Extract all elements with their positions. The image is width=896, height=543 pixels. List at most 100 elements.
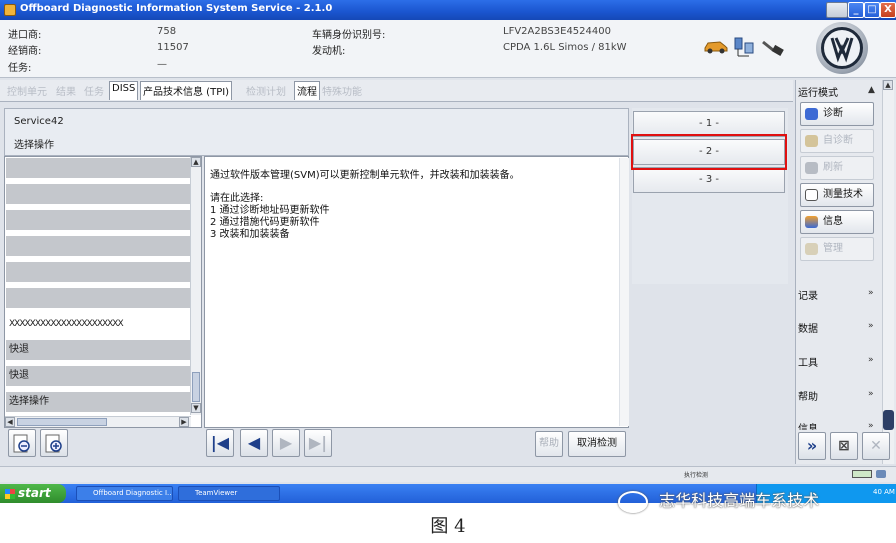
scroll-thumb[interactable] (192, 372, 200, 402)
zoom-out-icon[interactable] (8, 429, 36, 457)
dealer-value: 11507 (157, 42, 189, 53)
list-item[interactable]: 选择操作 (6, 392, 190, 412)
importer-value: 758 (157, 26, 177, 37)
measure-icon (805, 189, 818, 201)
list-item[interactable] (6, 184, 190, 204)
list-item[interactable]: 快退 (6, 366, 190, 386)
status-text: 执行检测 (684, 472, 709, 479)
scroll-down-icon[interactable]: ▼ (191, 403, 201, 413)
tab-diss[interactable]: DISS (109, 81, 139, 100)
vin-value: LFV2A2BS3E4524400 (503, 26, 611, 37)
expand-info-icon[interactable]: » (868, 421, 874, 431)
list-item[interactable] (6, 262, 190, 282)
expand-data-icon[interactable]: » (868, 321, 874, 331)
instruction-line: 3 改装和加装装备 (210, 229, 290, 240)
tab-special-functions[interactable]: 特殊功能 (322, 83, 362, 98)
task-value: — (157, 59, 167, 70)
task-label: 任务: (8, 63, 32, 74)
network-icon[interactable] (733, 36, 755, 58)
admin-icon (805, 243, 818, 255)
status-bar: 执行检测 (0, 466, 896, 482)
tab-bar: 控制单元 结果 任务 DISS 产品技术信息 (TPI) 检测计划 流程 特殊功… (0, 80, 793, 102)
figure-caption: 图 4 (430, 516, 466, 537)
list-item[interactable]: 快退 (6, 340, 190, 360)
service-name: Service42 (14, 116, 64, 127)
sidebar-data[interactable]: 数据 (798, 320, 818, 335)
clock: 40 AM (873, 488, 895, 496)
minimize-button[interactable]: _ (848, 2, 864, 18)
sidebar-help[interactable]: 帮助 (798, 388, 818, 403)
app-icon (4, 4, 16, 16)
tab-tpi[interactable]: 产品技术信息 (TPI) (140, 81, 233, 100)
close-button[interactable]: X (880, 2, 896, 18)
list-item[interactable] (6, 210, 190, 230)
battery-icon (852, 470, 872, 478)
h-scroll-thumb[interactable] (17, 418, 107, 426)
tab-tasks[interactable]: 任务 (84, 83, 104, 98)
tab-process[interactable]: 流程 (294, 81, 320, 100)
scroll-right-icon[interactable]: ▶ (179, 417, 189, 427)
expand-record-icon[interactable]: » (868, 288, 874, 298)
text-scrollbar[interactable] (619, 158, 629, 426)
sidebar-record[interactable]: 记录 (798, 287, 818, 302)
engine-value: CPDA 1.6L Simos / 81kW (503, 42, 627, 53)
list-item[interactable] (6, 236, 190, 256)
next-icon[interactable]: » (798, 432, 826, 460)
vw-logo (816, 22, 868, 74)
window-title: Offboard Diagnostic Information System S… (20, 3, 333, 14)
back-icon[interactable]: ◀ (240, 429, 268, 457)
measure-tech-button[interactable]: 测量技术 (800, 183, 874, 207)
option-3-button[interactable]: - 3 - (633, 167, 785, 193)
collapse-icon[interactable]: ▲ (868, 85, 875, 95)
selection-highlight (631, 134, 787, 170)
car-icon[interactable] (703, 38, 729, 54)
sidebar-scrollbar[interactable]: ▲ (882, 80, 894, 464)
windows-logo-icon (5, 489, 15, 499)
sidebar-scroll-up-icon[interactable]: ▲ (883, 80, 893, 90)
cancel-test-button[interactable]: 取消检测 (568, 431, 626, 457)
importer-label: 进口商: (8, 30, 42, 41)
scroll-left-icon[interactable]: ◀ (5, 417, 15, 427)
info-button[interactable]: 信息 (800, 210, 874, 234)
connector-icon[interactable] (761, 38, 785, 56)
keyboard-icon[interactable] (826, 2, 848, 18)
list-item[interactable] (6, 158, 190, 178)
engine-label: 发动机: (312, 46, 346, 57)
maximize-button[interactable]: □ (864, 2, 880, 18)
list-item[interactable] (6, 288, 190, 308)
taskbar-app-teamviewer[interactable]: TeamViewer (178, 486, 280, 501)
connection-icon (876, 470, 886, 478)
zoom-in-icon[interactable] (40, 429, 68, 457)
exit-icon: ✕ (862, 432, 890, 460)
dealer-label: 经销商: (8, 46, 42, 57)
application-window: Offboard Diagnostic Information System S… (0, 0, 896, 503)
tab-control-units[interactable]: 控制单元 (7, 83, 47, 98)
list-h-scrollbar[interactable]: ◀ ▶ (5, 416, 191, 427)
instruction-line: 通过软件版本管理(SVM)可以更新控制单元软件，并改装和加装装备。 (210, 170, 520, 181)
self-diagnose-icon (805, 135, 818, 147)
scroll-up-icon[interactable]: ▲ (191, 157, 201, 167)
forward-icon: ▶ (272, 429, 300, 457)
diagnose-icon (805, 108, 818, 120)
list-scrollbar[interactable]: ▲ ▼ (190, 157, 201, 415)
taskbar-app-odis[interactable]: Offboard Diagnostic I... (76, 486, 173, 501)
tab-test-plan[interactable]: 检测计划 (246, 83, 286, 98)
fullscreen-icon[interactable]: ⊠ (830, 432, 858, 460)
list-item[interactable]: XXXXXXXXXXXXXXXXXXXXXX (6, 314, 190, 334)
sidebar-info[interactable]: 信息 (798, 420, 818, 430)
refresh-button: 刷新 (800, 156, 874, 180)
step-title: 选择操作 (14, 140, 54, 151)
vehicle-info-bar: 进口商: 758 经销商: 11507 任务: — 车辆身份识别号: LFV2A… (0, 20, 896, 78)
watermark: 志华科技高端车系技术 (618, 487, 819, 513)
expand-help-icon[interactable]: » (868, 389, 874, 399)
diagnose-button[interactable]: 诊断 (800, 102, 874, 126)
info-icon (805, 216, 818, 228)
sidebar-scroll-thumb[interactable] (883, 410, 894, 430)
expand-tools-icon[interactable]: » (868, 355, 874, 365)
wechat-icon (618, 490, 648, 513)
vw-emblem-icon (830, 37, 854, 63)
tab-results[interactable]: 结果 (56, 83, 76, 98)
sidebar-tools[interactable]: 工具 (798, 354, 818, 369)
first-step-icon[interactable]: |◀ (206, 429, 234, 457)
refresh-icon (805, 162, 818, 174)
